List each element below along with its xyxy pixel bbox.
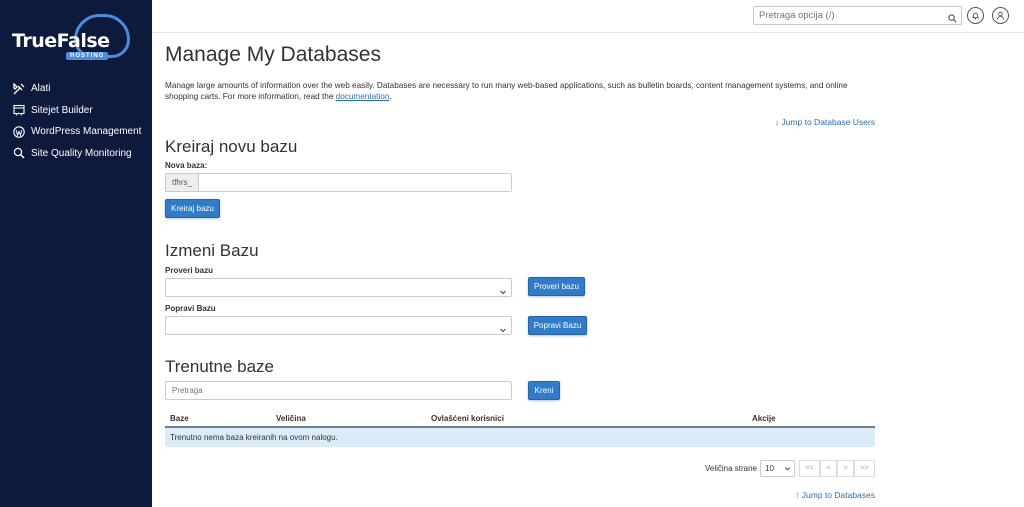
description-text: Manage large amounts of information over… <box>165 81 848 101</box>
page-size-label: Veličina strane <box>704 464 757 473</box>
sidebar-item-label: Alati <box>31 83 51 95</box>
check-db-select[interactable] <box>165 278 512 297</box>
jump-to-database-users-link[interactable]: ↓ Jump to Database Users <box>775 117 875 127</box>
page-description: Manage large amounts of information over… <box>165 81 865 102</box>
column-header-actions: Akcije <box>752 414 776 423</box>
db-search-input[interactable] <box>165 381 512 400</box>
pagination: Veličina strane 10 << < > >> <box>705 460 875 477</box>
brand-logo[interactable]: TrueFalse HOSTING <box>10 14 130 64</box>
last-page-button[interactable]: >> <box>854 460 875 477</box>
brand-name-part1: True <box>12 30 57 52</box>
arrow-up-icon: ↑ <box>795 490 800 500</box>
sidebar-item-alati[interactable]: Alati <box>0 78 152 100</box>
description-end: . <box>389 91 392 101</box>
top-search-input[interactable] <box>753 6 962 25</box>
new-db-label: Nova baza: <box>165 161 208 170</box>
sidebar-item-site-quality[interactable]: Site Quality Monitoring <box>0 143 152 165</box>
chevron-down-icon <box>499 283 507 301</box>
column-header-size[interactable]: Veličina <box>276 414 306 423</box>
first-page-button[interactable]: << <box>799 460 820 477</box>
user-menu-button[interactable] <box>992 7 1009 24</box>
table-header: Baze Veličina Ovlašćeni korisnici Akcije <box>165 408 875 428</box>
databases-table: Baze Veličina Ovlašćeni korisnici Akcije… <box>165 408 875 447</box>
column-header-databases[interactable]: Baze <box>170 414 189 423</box>
jump-to-databases-link[interactable]: ↑ Jump to Databases <box>795 490 875 500</box>
magnifier-icon <box>12 147 25 160</box>
wordpress-icon <box>12 125 25 138</box>
page-title: Manage My Databases <box>165 43 381 66</box>
sidebar-item-wordpress[interactable]: WordPress Management <box>0 121 152 143</box>
sitejet-icon <box>12 104 25 117</box>
page-size-select[interactable]: 10 <box>760 460 795 477</box>
current-dbs-heading: Trenutne baze <box>165 357 274 376</box>
modify-db-heading: Izmeni Bazu <box>165 241 259 260</box>
user-icon <box>996 7 1005 25</box>
notifications-button[interactable] <box>967 7 984 24</box>
arrow-down-icon: ↓ <box>774 117 780 127</box>
sidebar-item-label: Site Quality Monitoring <box>31 147 132 159</box>
tools-icon <box>12 82 25 95</box>
chevron-down-icon <box>499 321 507 339</box>
sidebar: TrueFalse HOSTING Alati Sitejet Builder … <box>0 0 152 507</box>
table-empty-row: Trenutno nema baza kreiranih na ovom nal… <box>165 428 875 447</box>
repair-db-button[interactable]: Popravi Bazu <box>528 316 587 335</box>
create-db-button[interactable]: Kreiraj bazu <box>165 199 220 218</box>
brand-name-part2: False <box>56 30 110 52</box>
repair-db-label: Popravi Bazu <box>165 304 216 313</box>
next-page-button[interactable]: > <box>837 460 854 477</box>
search-go-button[interactable]: Kreni <box>528 381 560 400</box>
brand-sub: HOSTING <box>66 52 109 60</box>
topbar <box>152 0 1024 33</box>
column-header-users: Ovlašćeni korisnici <box>431 414 504 423</box>
jump-users-label: Jump to Database Users <box>781 117 875 127</box>
sidebar-item-label: Sitejet Builder <box>31 104 93 116</box>
db-prefix: tfhrs_ <box>166 174 199 191</box>
search-icon[interactable] <box>948 10 957 28</box>
new-db-input-group: tfhrs_ <box>165 173 512 192</box>
sidebar-item-label: WordPress Management <box>31 126 142 138</box>
new-db-name-input[interactable] <box>199 174 511 191</box>
bell-icon <box>971 7 980 25</box>
check-db-button[interactable]: Proveri bazu <box>528 277 585 296</box>
documentation-link[interactable]: documentation <box>336 92 390 101</box>
jump-databases-label: Jump to Databases <box>801 490 875 500</box>
repair-db-select[interactable] <box>165 316 512 335</box>
create-db-heading: Kreiraj novu bazu <box>165 137 298 156</box>
prev-page-button[interactable]: < <box>820 460 837 477</box>
sidebar-nav: Alati Sitejet Builder WordPress Manageme… <box>0 78 152 164</box>
chevron-down-icon <box>784 465 791 474</box>
sidebar-item-sitejet[interactable]: Sitejet Builder <box>0 100 152 122</box>
page-size-value: 10 <box>765 464 774 473</box>
check-db-label: Proveri bazu <box>165 266 214 275</box>
